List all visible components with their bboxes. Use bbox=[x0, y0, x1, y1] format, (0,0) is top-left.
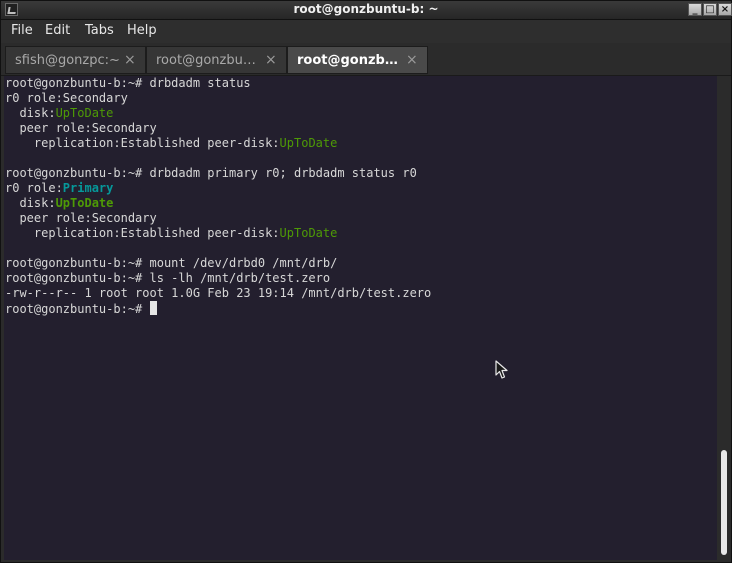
mouse-pointer-icon bbox=[495, 360, 508, 379]
menu-tabs[interactable]: Tabs bbox=[82, 23, 117, 38]
tab-close-icon[interactable]: × bbox=[406, 52, 418, 68]
terminal-window: root@gonzbuntu-b: ~ _ □ × File Edit Tabs… bbox=[0, 0, 732, 563]
terminal-line: peer role:Secondary bbox=[5, 121, 431, 136]
terminal-line: root@gonzbuntu-b:~# drbdadm status bbox=[5, 76, 431, 91]
terminal-line: root@gonzbuntu-b:~# bbox=[5, 301, 431, 316]
tab-label: sfish@gonzpc:~ bbox=[15, 53, 119, 68]
terminal-text-segment: UpToDate bbox=[55, 106, 114, 120]
tab-root-gonzbuntu-2[interactable]: root@gonzb… × bbox=[287, 46, 428, 74]
terminal-line: disk:UpToDate bbox=[5, 196, 431, 211]
terminal-text-segment: replication:Established peer-disk: bbox=[5, 226, 280, 240]
menu-help[interactable]: Help bbox=[124, 23, 160, 38]
terminal-text-segment: root@gonzbuntu-b:~# drbdadm primary r0; … bbox=[5, 166, 417, 180]
terminal-line: peer role:Secondary bbox=[5, 211, 431, 226]
terminal-line: replication:Established peer-disk:UpToDa… bbox=[5, 136, 431, 151]
title-bar[interactable]: root@gonzbuntu-b: ~ _ □ × bbox=[1, 1, 732, 20]
terminal-line: r0 role:Secondary bbox=[5, 91, 431, 106]
menu-edit[interactable]: Edit bbox=[42, 23, 73, 38]
close-button[interactable]: × bbox=[718, 3, 732, 16]
terminal-text-segment: root@gonzbuntu-b:~# bbox=[5, 302, 150, 316]
text-cursor bbox=[149, 301, 157, 315]
terminal-line: root@gonzbuntu-b:~# drbdadm primary r0; … bbox=[5, 166, 431, 181]
terminal-text-segment: root@gonzbuntu-b:~# drbdadm status bbox=[5, 76, 251, 90]
terminal-text-segment: replication:Established peer-disk: bbox=[5, 136, 280, 150]
tab-bar: sfish@gonzpc:~ × root@gonzbu… × root@gon… bbox=[1, 43, 731, 76]
menu-bar: File Edit Tabs Help bbox=[1, 20, 731, 43]
terminal-line: root@gonzbuntu-b:~# mount /dev/drbd0 /mn… bbox=[5, 256, 431, 271]
minimize-button[interactable]: _ bbox=[688, 3, 702, 16]
terminal-line: root@gonzbuntu-b:~# ls -lh /mnt/drb/test… bbox=[5, 271, 431, 286]
terminal-text-segment: Primary bbox=[62, 181, 114, 195]
tab-root-gonzbuntu-1[interactable]: root@gonzbu… × bbox=[146, 46, 287, 74]
scrollbar-thumb[interactable] bbox=[721, 450, 727, 555]
terminal-text-segment: root@gonzbuntu-b:~# mount /dev/drbd0 /mn… bbox=[5, 256, 338, 270]
terminal-line: -rw-r--r-- 1 root root 1.0G Feb 23 19:14… bbox=[5, 286, 431, 301]
terminal-text-segment: UpToDate bbox=[279, 226, 338, 240]
terminal-output[interactable]: root@gonzbuntu-b:~# drbdadm status r0 rol… bbox=[4, 76, 717, 560]
terminal-text-segment: UpToDate bbox=[55, 196, 114, 210]
terminal-text-segment: peer role:Secondary bbox=[5, 211, 157, 225]
terminal-text-segment: UpToDate bbox=[279, 136, 338, 150]
terminal-text-segment: peer role:Secondary bbox=[5, 121, 157, 135]
menu-file[interactable]: File bbox=[8, 23, 36, 38]
window-title: root@gonzbuntu-b: ~ bbox=[293, 2, 439, 16]
terminal-text-segment: disk: bbox=[5, 196, 56, 210]
tab-sfish-gonzpc[interactable]: sfish@gonzpc:~ × bbox=[5, 46, 146, 74]
terminal-text-segment: disk: bbox=[5, 106, 56, 120]
terminal-text-segment: r0 role: bbox=[5, 181, 63, 195]
terminal-text: root@gonzbuntu-b:~# drbdadm status r0 rol… bbox=[5, 76, 431, 316]
maximize-button[interactable]: □ bbox=[703, 3, 717, 16]
terminal-text-segment: -rw-r--r-- 1 root root 1.0G Feb 23 19:14… bbox=[5, 286, 432, 300]
terminal-text-segment: r0 role:Secondary bbox=[5, 91, 128, 105]
terminal-scrollbar[interactable] bbox=[718, 76, 730, 560]
terminal-line: replication:Established peer-disk:UpToDa… bbox=[5, 226, 431, 241]
tab-label: root@gonzbu… bbox=[156, 53, 256, 68]
tab-close-icon[interactable]: × bbox=[124, 52, 136, 68]
tab-close-icon[interactable]: × bbox=[265, 52, 277, 68]
terminal-line: r0 role:Primary bbox=[5, 181, 431, 196]
terminal-line: disk:UpToDate bbox=[5, 106, 431, 121]
tab-label: root@gonzb… bbox=[297, 53, 398, 68]
terminal-text-segment: root@gonzbuntu-b:~# ls -lh /mnt/drb/test… bbox=[5, 271, 331, 285]
